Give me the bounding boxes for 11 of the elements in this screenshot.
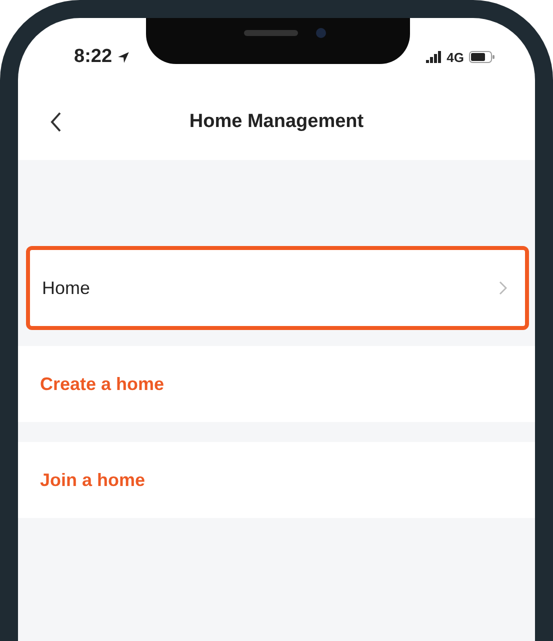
page-title: Home Management (189, 111, 364, 133)
chevron-icon (499, 281, 507, 295)
signal-icon (426, 51, 442, 63)
home-list-item[interactable]: Home (26, 246, 529, 330)
action-list-item[interactable]: Join a home (18, 442, 535, 518)
status-time: 8:22 (74, 46, 112, 68)
back-icon[interactable] (50, 111, 62, 133)
location-icon (117, 50, 130, 64)
battery-icon (469, 51, 495, 63)
action-list-item[interactable]: Create a home (18, 346, 535, 422)
network-type: 4G (446, 50, 464, 64)
